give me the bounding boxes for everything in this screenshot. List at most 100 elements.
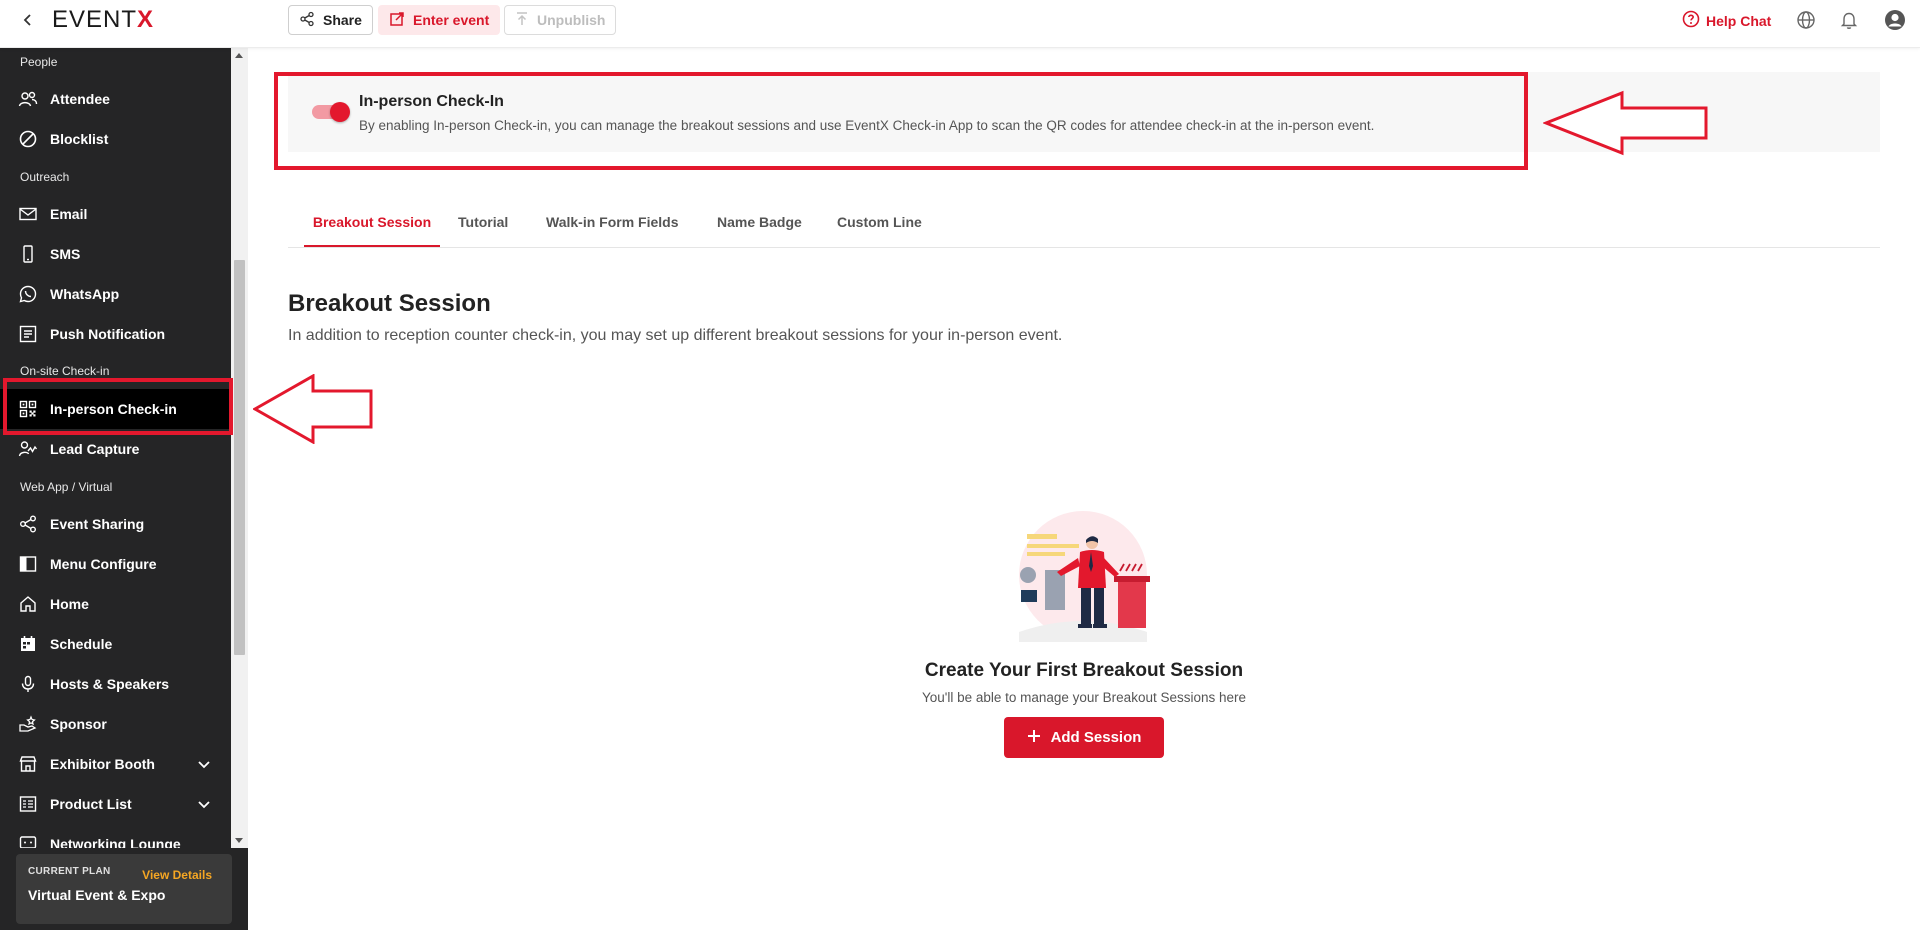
tab-bar: Breakout Session Tutorial Walk-in Form F… [288,208,1880,248]
sidebar-item-label: Lead Capture [50,441,140,457]
share-button[interactable]: Share [288,5,373,35]
help-circle-icon [1682,10,1700,31]
empty-state-title: Create Your First Breakout Session [924,660,1244,681]
sidebar-item-label: SMS [50,246,81,262]
sidebar-item-exhibitor-booth[interactable]: Exhibitor Booth [0,744,231,784]
chevron-down-icon[interactable] [196,756,212,772]
layout-icon [18,554,38,574]
sidebar-item-label: Blocklist [50,131,109,147]
top-header: EVENT X Share Enter event Unpublish Help … [0,0,1920,48]
sidebar-item-label: Hosts & Speakers [50,676,170,692]
enter-event-button[interactable]: Enter event [378,5,501,35]
push-notification-icon [18,324,38,344]
logo-accent-text: X [137,6,155,33]
plus-icon [1027,729,1041,747]
microphone-icon [18,674,38,694]
help-chat-label: Help Chat [1706,12,1772,29]
store-icon [18,754,38,774]
sidebar-item-label: Push Notification [50,326,166,342]
sidebar-item-label: Schedule [50,636,113,652]
sidebar-item-attendee[interactable]: Attendee [0,79,231,119]
sidebar-item-product-list[interactable]: Product List [0,784,231,824]
sidebar-item-label: Product List [50,796,132,812]
block-icon [18,129,38,149]
phone-icon [18,244,38,264]
section-title: Breakout Session [288,290,491,317]
globe-icon[interactable] [1795,9,1817,31]
section-subtitle: In addition to reception counter check-i… [288,327,1063,344]
whatsapp-icon [18,284,38,304]
external-link-icon [389,11,405,30]
sidebar-item-home[interactable]: Home [0,584,231,624]
eventx-logo[interactable]: EVENT X [52,6,155,33]
sidebar-item-label: Networking Lounge [50,836,181,848]
sidebar-item-sponsor[interactable]: Sponsor [0,704,231,744]
scroll-up-icon[interactable] [235,53,243,58]
current-plan-card: CURRENT PLAN View Details Virtual Event … [16,854,232,924]
help-chat-button[interactable]: Help Chat [1682,10,1771,31]
sidebar-menu: People Attendee Blocklist Outreach Email… [0,48,231,848]
users-icon [18,89,38,109]
sidebar-scrollbar[interactable] [231,48,248,848]
empty-state-subtitle: You'll be able to manage your Breakout S… [921,690,1247,705]
tab-name-badge[interactable]: Name Badge [717,214,802,247]
app-root: { "header": { "logo_main": "EVENT", "log… [0,0,1920,930]
sidebar-item-whatsapp[interactable]: WhatsApp [0,274,231,314]
add-session-label: Add Session [1050,729,1142,746]
section-webapp: Web App / Virtual [20,480,113,494]
plan-name: Virtual Event & Expo [28,887,166,903]
tab-custom-line[interactable]: Custom Line [837,214,922,247]
sidebar-item-hosts-speakers[interactable]: Hosts & Speakers [0,664,231,704]
sidebar-item-event-sharing[interactable]: Event Sharing [0,504,231,544]
mail-icon [18,204,38,224]
annotation-highlight-sidebar [3,378,233,435]
sidebar-item-email[interactable]: Email [0,194,231,234]
sidebar-item-label: Attendee [50,91,110,107]
lead-capture-icon [18,439,38,459]
scroll-down-icon[interactable] [235,838,243,843]
empty-state-illustration [1019,511,1150,642]
annotation-highlight-card [274,72,1528,170]
sidebar-item-label: Menu Configure [50,556,157,572]
section-people: People [20,55,58,69]
calendar-icon [18,634,38,654]
logo-main-text: EVENT [52,6,138,33]
section-outreach: Outreach [20,170,70,184]
section-onsite: On-site Check-in [20,364,110,378]
sidebar-item-push-notification[interactable]: Push Notification [0,314,231,354]
upload-icon [515,11,529,30]
sidebar: People Attendee Blocklist Outreach Email… [0,48,248,930]
annotation-arrow-left-sidebar [253,374,373,444]
tab-walk-in-form-fields[interactable]: Walk-in Form Fields [546,214,679,247]
unpublish-label: Unpublish [537,12,606,28]
tab-breakout-session[interactable]: Breakout Session [304,214,440,247]
back-icon[interactable] [18,10,38,30]
sidebar-item-label: Sponsor [50,716,107,732]
sidebar-item-blocklist[interactable]: Blocklist [0,119,231,159]
share-icon [18,514,38,534]
sidebar-item-menu-configure[interactable]: Menu Configure [0,544,231,584]
sidebar-item-lead-capture[interactable]: Lead Capture [0,429,231,469]
sidebar-item-networking-lounge[interactable]: Networking Lounge [0,824,231,848]
enter-event-label: Enter event [413,12,490,28]
sidebar-item-label: Home [50,596,89,612]
sidebar-item-schedule[interactable]: Schedule [0,624,231,664]
sidebar-item-label: Email [50,206,88,222]
annotation-arrow-left-card [1543,90,1708,156]
sidebar-item-label: Exhibitor Booth [50,756,155,772]
share-icon [299,11,315,30]
sidebar-item-label: WhatsApp [50,286,120,302]
scrollbar-thumb[interactable] [234,260,245,655]
chevron-down-icon[interactable] [196,796,212,812]
sponsor-icon [18,714,38,734]
unpublish-button[interactable]: Unpublish [504,5,617,35]
account-icon[interactable] [1884,9,1906,31]
bell-icon[interactable] [1838,9,1860,31]
share-label: Share [323,12,362,28]
view-details-link[interactable]: View Details [142,868,212,882]
sidebar-item-label: Event Sharing [50,516,145,532]
home-icon [18,594,38,614]
sidebar-item-sms[interactable]: SMS [0,234,231,274]
tab-tutorial[interactable]: Tutorial [458,214,508,247]
add-session-button[interactable]: Add Session [1004,717,1164,758]
